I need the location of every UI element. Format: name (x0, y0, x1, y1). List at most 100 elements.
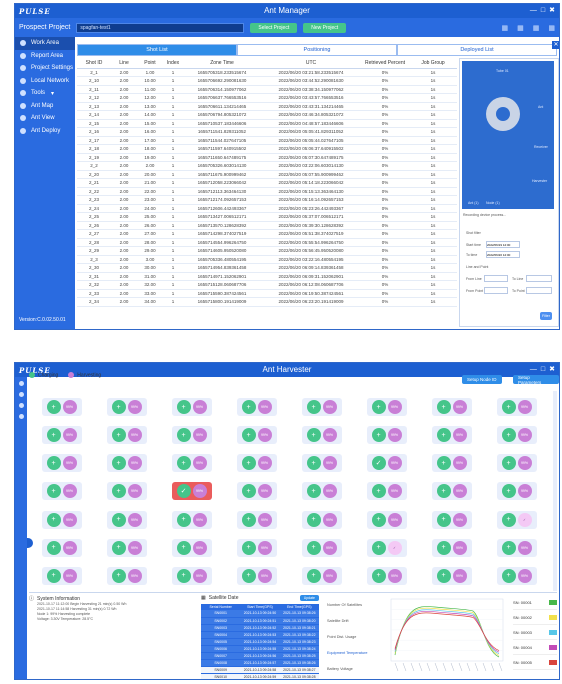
column-header[interactable]: Retrieved Percent (361, 58, 409, 69)
node-cell[interactable]: +99% (29, 421, 94, 449)
node-cell[interactable]: +99% (224, 477, 289, 505)
node-cell[interactable]: +99% (159, 393, 224, 421)
table-row[interactable]: 2_2 2.00 2.00 1 1655705326.603014130 2022/06/… (77, 161, 457, 171)
table-row[interactable]: SN0004 2021-10-13 09:24:53 2021-10-13 09:3… (201, 631, 319, 639)
node-cell[interactable]: +99% (354, 393, 419, 421)
unit-item[interactable]: SN: 00001 (513, 595, 557, 610)
node-cell[interactable]: +99% (224, 534, 289, 562)
table-row[interactable]: 2_24 2.00 24.00 1 1655712606.442493367 2022/0… (77, 204, 457, 213)
table-row[interactable]: SN0007 2021-10-13 09:24:56 2021-10-13 09:3… (201, 652, 319, 660)
metric-battery[interactable]: Battery Voltage (327, 661, 387, 677)
table-row[interactable]: 2_3 2.00 3.00 1 1655705336.480554195 2022/06/… (77, 255, 457, 264)
table-row[interactable]: 2_29 2.00 29.00 1 1655714605.950520080 2022/0… (77, 246, 457, 256)
column-header[interactable]: Index (163, 58, 183, 69)
from-line-field[interactable] (484, 275, 508, 282)
node-cell[interactable]: +99% (94, 506, 159, 534)
to-line-field[interactable] (526, 275, 552, 282)
node-cell[interactable]: + ✓ (484, 506, 549, 534)
table-row[interactable]: SN0001 2021-10-13 09:24:50 2021-10-13 09:3… (201, 610, 319, 618)
node-cell[interactable]: +99% (94, 393, 159, 421)
table-row[interactable]: 2_25 2.00 25.00 1 1655713427.006512171 2022/0… (77, 212, 457, 222)
table-row[interactable]: SN0002 2021-10-13 09:24:51 2021-10-13 09:3… (201, 617, 319, 625)
table-row[interactable]: 2_18 2.00 18.00 1 1655711597.640915502 2022/0… (77, 144, 457, 154)
sidebar-item-tools[interactable]: Tools ▾ (15, 87, 75, 100)
table-row[interactable]: 2_14 2.00 14.00 1 1655706794.805321072 2022/0… (77, 110, 457, 120)
table-row[interactable]: 2_27 2.00 27.00 1 1655714298.374027519 2022/0… (77, 229, 457, 239)
table-row[interactable]: 2_15 2.00 15.00 1 1655710537.183446606 2022/0… (77, 119, 457, 128)
update-button[interactable]: Update (299, 595, 319, 601)
node-cell[interactable]: +99% (289, 506, 354, 534)
node-cell[interactable]: +99% (224, 393, 289, 421)
column-header[interactable]: Point (137, 58, 163, 69)
metric-satellites[interactable]: Number Of Satellites (327, 597, 387, 613)
settings-icon[interactable]: ▦ (548, 24, 555, 32)
filter-button[interactable]: Filter (540, 312, 552, 320)
from-point-field[interactable] (484, 287, 508, 294)
node-cell[interactable]: +99% (289, 421, 354, 449)
to-point-field[interactable] (526, 287, 552, 294)
minimize-icon[interactable]: — (530, 4, 537, 18)
node-cell[interactable]: +99% (419, 534, 484, 562)
table-row[interactable]: SN0006 2021-10-13 09:24:55 2021-10-13 09:3… (201, 645, 319, 653)
node-cell[interactable]: +99% (484, 562, 549, 590)
sidebar-item-work-area[interactable]: Work Area (15, 37, 75, 50)
node-cell[interactable]: +99% (94, 477, 159, 505)
node-cell[interactable]: +99% (94, 421, 159, 449)
node-cell[interactable]: +99% (289, 477, 354, 505)
column-header[interactable]: Line (111, 58, 137, 69)
start-time-field[interactable] (486, 241, 520, 248)
unit-item[interactable]: SN: 00005 (513, 655, 557, 670)
table-row[interactable]: 2_21 2.00 21.00 1 1655712058.223066042 2022/0… (77, 178, 457, 188)
chart-icon[interactable] (18, 403, 24, 408)
column-header[interactable]: Zone Time (183, 58, 261, 69)
node-cell[interactable]: +99% (159, 506, 224, 534)
table-row[interactable]: 2_30 2.00 30.00 1 1655714954.839361458 2022/0… (77, 263, 457, 273)
grid-scrollbar[interactable] (553, 391, 557, 591)
tab-positioning[interactable]: Positioning (237, 44, 397, 56)
table-row[interactable]: SN0008 2021-10-13 09:24:57 2021-10-13 09:3… (201, 659, 319, 667)
table-row[interactable]: 2_19 2.00 19.00 1 1655711650.647489175 2022/0… (77, 153, 457, 162)
sidebar-item-ant-deploy[interactable]: Ant Deploy (15, 125, 75, 138)
node-cell[interactable]: +99% (354, 477, 419, 505)
table-row[interactable]: 2_28 2.00 28.00 1 1655714554.996264750 2022/0… (77, 238, 457, 247)
table-row[interactable]: 2_32 2.00 32.00 1 1655715128.060687706 2022/0… (77, 280, 457, 290)
node-cell[interactable]: +99% (484, 421, 549, 449)
metric-point-dist[interactable]: Point Dist. Usage (327, 629, 387, 645)
node-cell[interactable]: +99% (159, 421, 224, 449)
table-row[interactable]: 2_16 2.00 16.00 1 1655711541.829311052 2022/0… (77, 127, 457, 137)
unit-item[interactable]: SN: 00002 (513, 610, 557, 625)
node-cell[interactable]: +99% (419, 562, 484, 590)
column-header[interactable]: Shot ID (77, 58, 111, 69)
sidebar-item-local-network[interactable]: Local Network (15, 75, 75, 88)
list-icon[interactable] (18, 392, 24, 397)
node-cell[interactable]: ✓ 99% (354, 449, 419, 477)
node-cell[interactable]: +99% (289, 562, 354, 590)
project-input[interactable] (76, 22, 245, 33)
node-cell[interactable]: +99% (224, 506, 289, 534)
tab-deployed-list[interactable]: Deployed List (397, 44, 557, 56)
end-time-field[interactable] (486, 251, 520, 258)
table-row[interactable]: 2_11 2.00 11.00 1 1655706314.150977062 2022/0… (77, 85, 457, 94)
table-row[interactable]: 2_13 2.00 13.00 1 1655706611.134214465 2022/0… (77, 102, 457, 111)
node-cell[interactable]: +99% (419, 449, 484, 477)
setup-parameters-button[interactable]: Setup Parameters (513, 375, 559, 385)
node-cell[interactable]: +99% (484, 477, 549, 505)
table-row[interactable]: 2_23 2.00 23.00 1 1655712174.092657153 2022/0… (77, 195, 457, 205)
node-cell[interactable]: +99% (484, 534, 549, 562)
node-cell[interactable]: +99% (354, 421, 419, 449)
node-cell[interactable]: +99% (419, 506, 484, 534)
new-project-button[interactable]: New Project (303, 22, 347, 33)
metric-temperature[interactable]: Equipment Temperature (327, 645, 387, 661)
maximize-icon[interactable]: □ (541, 4, 545, 18)
node-cell[interactable]: +99% (484, 393, 549, 421)
node-cell[interactable]: +99% (224, 562, 289, 590)
select-project-button[interactable]: Select Project (250, 22, 298, 33)
import-icon[interactable]: ▦ (502, 24, 509, 32)
export-icon[interactable]: ▦ (517, 24, 524, 32)
setup-node-id-button[interactable]: Setup Node ID (462, 375, 502, 384)
node-cell[interactable]: +99% (94, 534, 159, 562)
node-cell[interactable]: +99% (159, 534, 224, 562)
node-cell[interactable]: +99% (94, 449, 159, 477)
node-cell[interactable]: +99% (289, 393, 354, 421)
settings-icon[interactable] (18, 414, 24, 419)
